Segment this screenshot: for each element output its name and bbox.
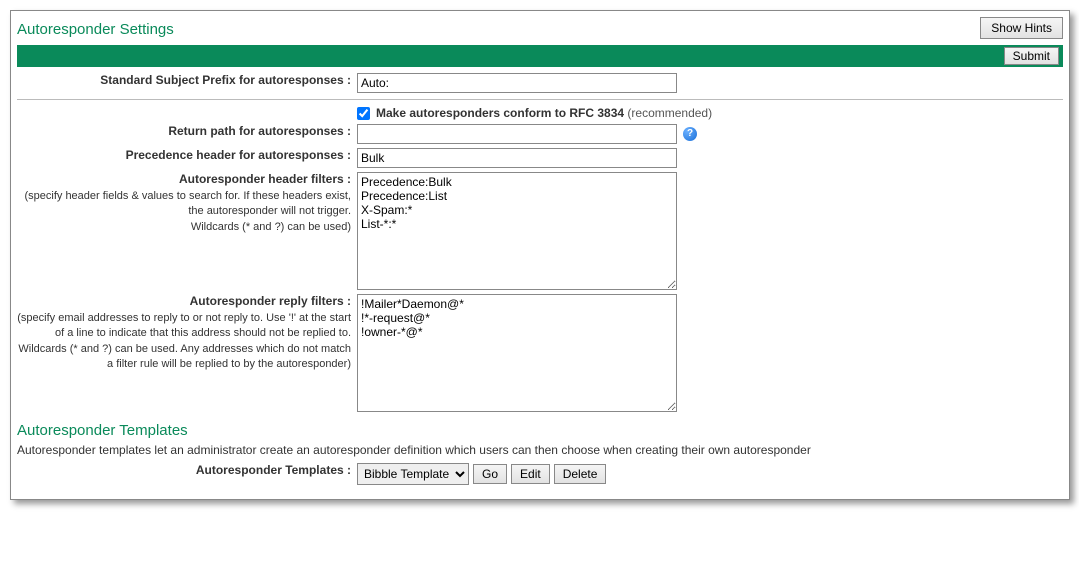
header-filters-textarea[interactable]	[357, 172, 677, 290]
header-row: Autoresponder Settings Show Hints	[17, 17, 1063, 39]
reply-filters-label: Autoresponder reply filters :	[190, 294, 351, 308]
header-filters-label: Autoresponder header filters :	[179, 172, 351, 186]
help-icon[interactable]: ?	[683, 127, 697, 141]
reply-filters-hint: (specify email addresses to reply to or …	[17, 312, 351, 371]
page-title: Autoresponder Settings	[17, 17, 174, 38]
rfc3834-recommended: (recommended)	[627, 106, 712, 120]
row-precedence: Precedence header for autoresponses :	[17, 148, 1063, 168]
settings-panel: Autoresponder Settings Show Hints Submit…	[10, 10, 1070, 500]
templates-description: Autoresponder templates let an administr…	[17, 443, 1063, 457]
separator	[17, 99, 1063, 100]
templates-title: Autoresponder Templates	[17, 422, 1063, 439]
edit-button[interactable]: Edit	[511, 464, 550, 484]
row-header-filters: Autoresponder header filters : (specify …	[17, 172, 1063, 290]
go-button[interactable]: Go	[473, 464, 507, 484]
show-hints-button[interactable]: Show Hints	[980, 17, 1063, 39]
rfc3834-label: Make autoresponders conform to RFC 3834	[376, 106, 624, 120]
templates-select[interactable]: Bibble Template	[357, 463, 469, 485]
subject-prefix-input[interactable]	[357, 73, 677, 93]
delete-button[interactable]: Delete	[554, 464, 607, 484]
rfc3834-checkbox[interactable]	[357, 107, 370, 120]
header-filters-hint: (specify header fields & values to searc…	[24, 190, 351, 233]
row-reply-filters: Autoresponder reply filters : (specify e…	[17, 294, 1063, 412]
row-templates: Autoresponder Templates : Bibble Templat…	[17, 463, 1063, 485]
templates-label: Autoresponder Templates :	[196, 463, 351, 477]
precedence-input[interactable]	[357, 148, 677, 168]
reply-filters-textarea[interactable]	[357, 294, 677, 412]
row-rfc3834: Make autoresponders conform to RFC 3834 …	[17, 106, 1063, 120]
precedence-label: Precedence header for autoresponses :	[126, 148, 351, 162]
submit-button[interactable]: Submit	[1004, 47, 1059, 65]
action-bar: Submit	[17, 45, 1063, 67]
return-path-label: Return path for autoresponses :	[168, 124, 351, 138]
row-subject-prefix: Standard Subject Prefix for autoresponse…	[17, 73, 1063, 93]
return-path-input[interactable]	[357, 124, 677, 144]
subject-prefix-label: Standard Subject Prefix for autoresponse…	[100, 73, 351, 87]
row-return-path: Return path for autoresponses : ?	[17, 124, 1063, 144]
